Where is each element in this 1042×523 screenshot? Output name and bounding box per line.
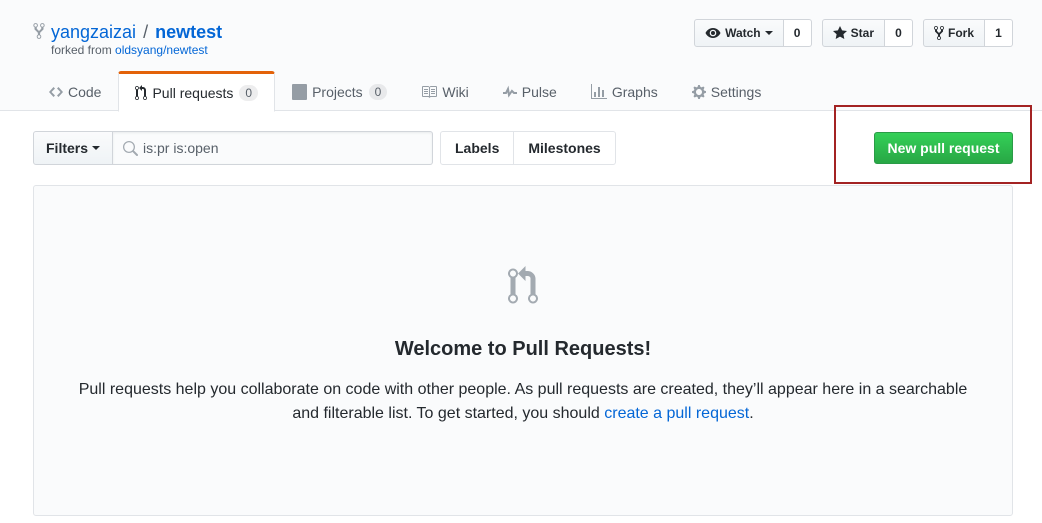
new-pull-request-button[interactable]: New pull request xyxy=(874,132,1013,164)
repo-title: yangzaizai / newtest xyxy=(32,22,222,43)
star-count[interactable]: 0 xyxy=(884,19,913,47)
forked-from-prefix: forked from xyxy=(51,43,112,57)
filters-button[interactable]: Filters xyxy=(33,131,114,165)
repo-name-link[interactable]: newtest xyxy=(155,22,222,43)
fork-button[interactable]: Fork xyxy=(922,19,985,47)
create-pull-request-link[interactable]: create a pull request xyxy=(604,405,749,422)
projects-counter: 0 xyxy=(368,84,388,100)
blankslate-description: Pull requests help you collaborate on co… xyxy=(72,378,974,426)
tab-label: Wiki xyxy=(442,84,469,100)
filters-label: Filters xyxy=(46,140,89,156)
tab-projects[interactable]: Projects 0 xyxy=(275,71,404,111)
watch-count[interactable]: 0 xyxy=(783,19,812,47)
graph-icon xyxy=(590,84,607,99)
pulse-icon xyxy=(502,85,517,98)
book-icon xyxy=(422,86,438,98)
tab-wiki[interactable]: Wiki xyxy=(404,71,485,111)
tab-pull-requests[interactable]: Pull requests 0 xyxy=(118,71,276,112)
blankslate-text-end: . xyxy=(749,405,754,422)
tab-code[interactable]: Code xyxy=(32,71,118,111)
repo-actions: Watch 0 Star 0 Fork 1 xyxy=(684,19,1013,47)
star-label: Star xyxy=(850,26,874,40)
tab-settings[interactable]: Settings xyxy=(675,71,779,111)
tab-label: Settings xyxy=(710,84,762,100)
issues-subnav: Filters xyxy=(33,131,434,165)
pull-request-icon xyxy=(508,266,538,304)
tab-label: Projects xyxy=(312,84,363,100)
chevron-down-icon xyxy=(764,31,773,35)
repo-header: yangzaizai / newtest forked from oldsyan… xyxy=(0,0,1042,112)
labels-milestones-group: Labels Milestones xyxy=(440,131,616,165)
forked-from: forked from oldsyang/newtest xyxy=(51,43,208,57)
chevron-down-icon xyxy=(92,146,101,150)
project-icon xyxy=(292,84,308,100)
labels-link[interactable]: Labels xyxy=(440,131,515,165)
gear-icon xyxy=(691,85,706,99)
fork-count[interactable]: 1 xyxy=(985,19,1013,47)
fork-icon xyxy=(933,25,944,41)
milestones-link[interactable]: Milestones xyxy=(514,131,616,165)
fork-label: Fork xyxy=(947,26,974,40)
fork-action: Fork 1 xyxy=(922,19,1013,47)
repo-forked-icon xyxy=(33,22,45,39)
blankslate-title: Welcome to Pull Requests! xyxy=(394,338,652,360)
search-box xyxy=(113,131,434,165)
tab-label: Graphs xyxy=(611,84,658,100)
tab-graphs[interactable]: Graphs xyxy=(574,71,675,111)
pull-requests-counter: 0 xyxy=(239,84,259,101)
tab-label: Pull requests xyxy=(152,84,234,101)
blankslate: Welcome to Pull Requests! Pull requests … xyxy=(33,185,1013,516)
blankslate-text: Pull requests help you collaborate on co… xyxy=(78,381,968,422)
path-separator: / xyxy=(143,22,149,42)
eye-icon xyxy=(705,28,721,38)
star-button[interactable]: Star xyxy=(821,19,885,47)
pull-request-icon xyxy=(135,84,148,100)
tab-label: Code xyxy=(68,84,102,100)
watch-button[interactable]: Watch xyxy=(694,19,784,47)
repo-owner-link[interactable]: yangzaizai xyxy=(51,22,136,43)
star-icon xyxy=(832,26,847,39)
code-icon xyxy=(49,87,63,97)
star-action: Star 0 xyxy=(821,19,913,47)
watch-label: Watch xyxy=(725,26,761,40)
tab-label: Pulse xyxy=(521,84,557,100)
search-input[interactable] xyxy=(143,132,424,164)
repo-tabs: Code Pull requests 0 Projects 0 Wiki Pul… xyxy=(32,71,779,112)
watch-action: Watch 0 xyxy=(694,19,812,47)
search-icon xyxy=(123,141,139,156)
forked-source-link[interactable]: oldsyang/newtest xyxy=(115,43,208,57)
tab-pulse[interactable]: Pulse xyxy=(486,71,574,111)
